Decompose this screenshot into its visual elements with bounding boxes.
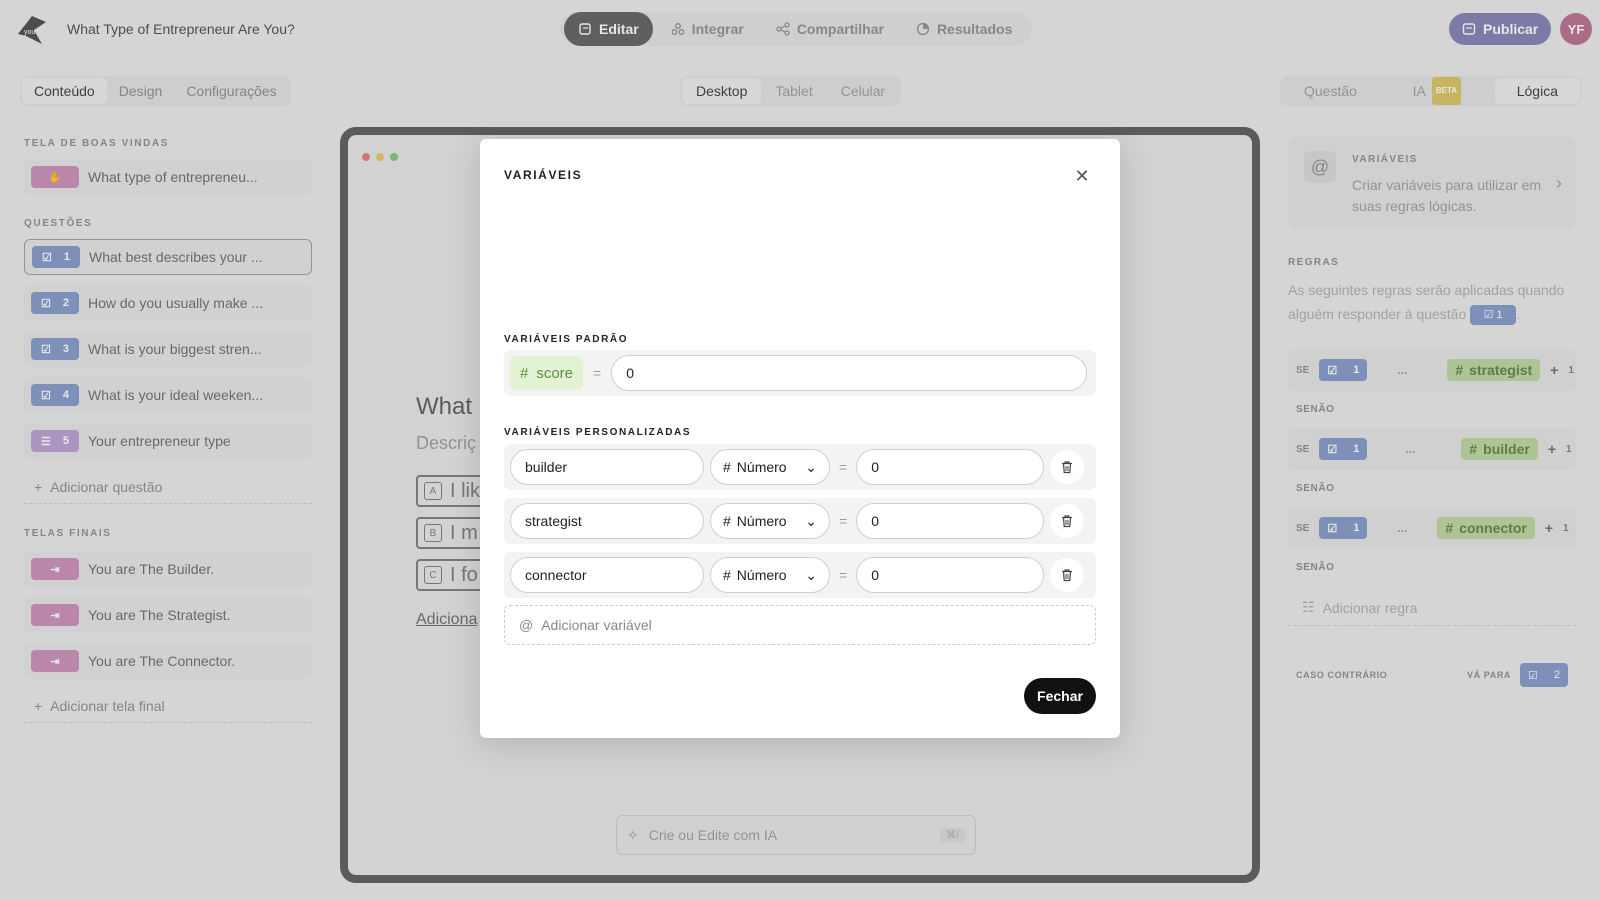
variable-name-input[interactable]: builder — [510, 449, 704, 485]
add-variable-label: Adicionar variável — [541, 617, 652, 633]
close-button[interactable]: Fechar — [1024, 678, 1096, 714]
variable-name-input[interactable]: strategist — [510, 503, 704, 539]
hash-icon: # — [723, 567, 731, 583]
custom-variable-row: connector # Número ⌄ = 0 — [504, 552, 1096, 598]
add-variable-button[interactable]: @ Adicionar variável — [504, 605, 1096, 645]
custom-variable-row: builder # Número ⌄ = 0 — [504, 444, 1096, 490]
variable-value-input[interactable]: 0 — [856, 449, 1045, 485]
hash-icon: # — [723, 513, 731, 529]
variable-type-value: Número — [736, 567, 787, 583]
score-variable-name: score — [536, 364, 574, 382]
modal-title: VARIÁVEIS — [504, 168, 583, 182]
hash-icon: # — [520, 364, 529, 382]
variable-value-input[interactable]: 0 — [856, 557, 1045, 593]
variable-type-value: Número — [736, 513, 787, 529]
equals-sign: = — [593, 365, 602, 381]
score-variable-chip: # score — [510, 356, 584, 390]
equals-sign: = — [839, 567, 848, 583]
chevron-down-icon: ⌄ — [805, 566, 817, 583]
delete-variable-button[interactable] — [1050, 558, 1085, 592]
variable-type-select[interactable]: # Número ⌄ — [710, 557, 830, 593]
variable-type-select[interactable]: # Número ⌄ — [710, 449, 830, 485]
hash-icon: # — [723, 459, 731, 475]
default-variable-row: # score = 0 — [504, 350, 1096, 396]
custom-vars-label: VARIÁVEIS PERSONALIZADAS — [504, 427, 692, 438]
delete-variable-button[interactable] — [1050, 450, 1085, 484]
variable-type-select[interactable]: # Número ⌄ — [710, 503, 830, 539]
variable-name-input[interactable]: connector — [510, 557, 704, 593]
close-icon[interactable]: ✕ — [1073, 166, 1091, 186]
chevron-down-icon: ⌄ — [805, 458, 817, 475]
trash-icon — [1062, 569, 1073, 582]
trash-icon — [1062, 461, 1073, 474]
chevron-down-icon: ⌄ — [805, 512, 817, 529]
variable-value-input[interactable]: 0 — [856, 503, 1045, 539]
score-value-input[interactable]: 0 — [611, 355, 1088, 391]
variable-type-value: Número — [736, 459, 787, 475]
equals-sign: = — [839, 513, 848, 529]
equals-sign: = — [839, 459, 848, 475]
trash-icon — [1062, 515, 1073, 528]
custom-variable-row: strategist # Número ⌄ = 0 — [504, 498, 1096, 544]
variables-modal: VARIÁVEIS ✕ VARIÁVEIS PADRÃO # score = 0… — [480, 139, 1120, 738]
at-sign-icon: @ — [519, 617, 534, 633]
delete-variable-button[interactable] — [1050, 504, 1085, 538]
default-vars-label: VARIÁVEIS PADRÃO — [504, 334, 629, 345]
